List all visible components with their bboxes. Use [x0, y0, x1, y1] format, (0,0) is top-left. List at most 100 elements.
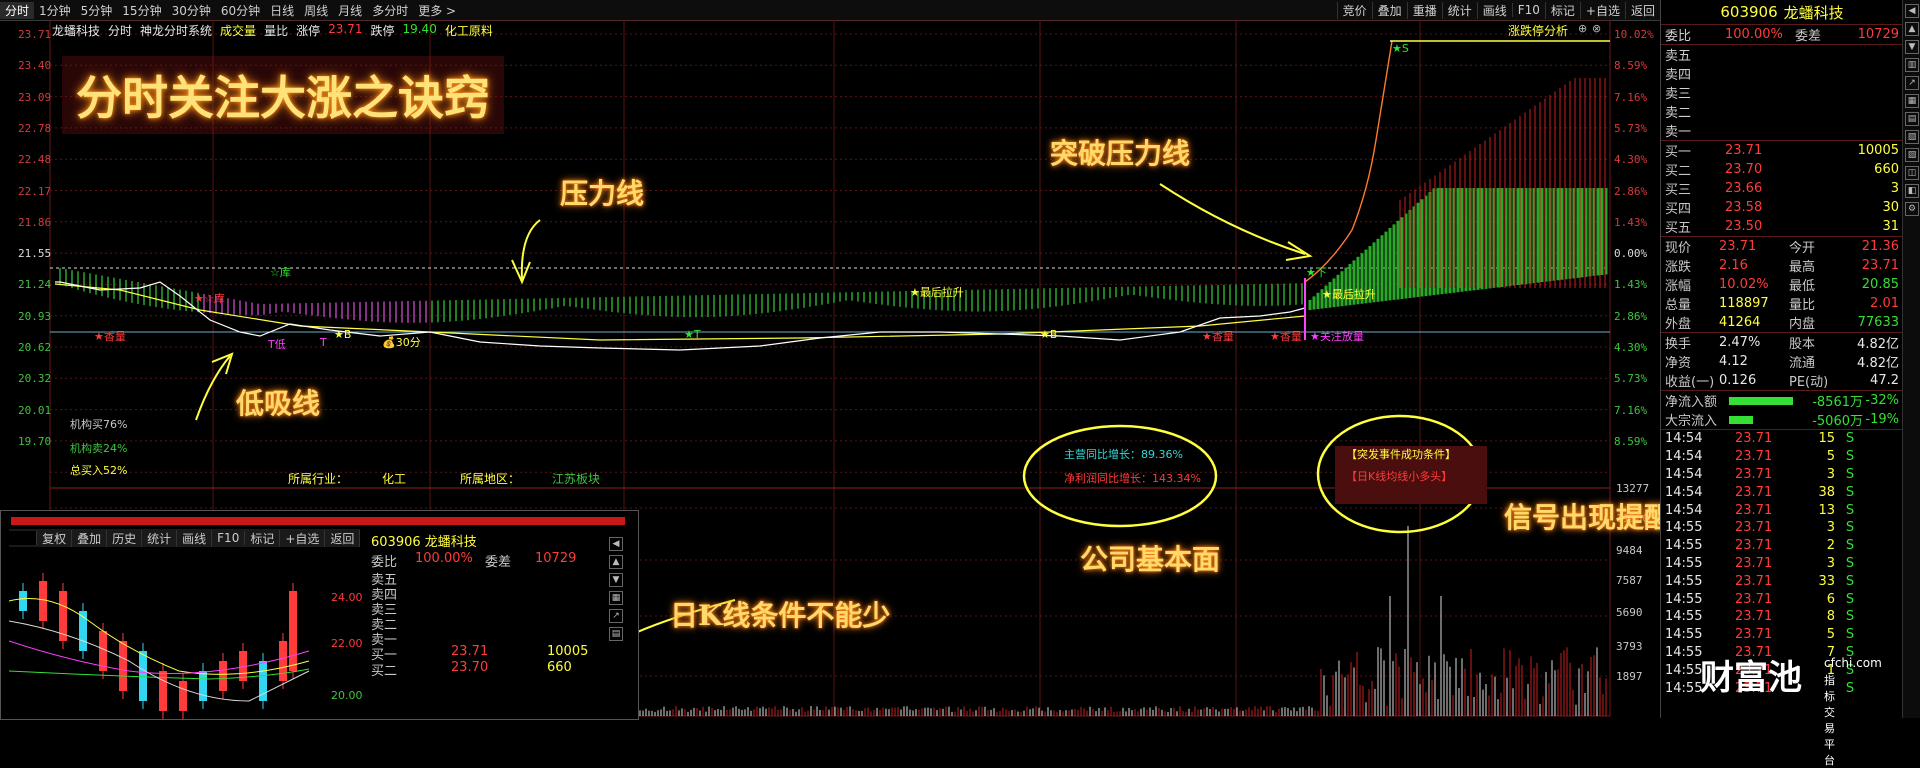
pressure-annotation: 压力线 [560, 172, 644, 212]
watermark-tag: 指标交易平台 [1824, 672, 1835, 768]
add-watchlist-button[interactable]: +自选 [1580, 2, 1625, 19]
pct-tick: 8.59% [1614, 435, 1647, 448]
list-icon[interactable]: ▤ [1905, 112, 1919, 126]
left-arrow-icon[interactable]: ◀ [1905, 4, 1919, 18]
trend-icon[interactable]: ↗ [1905, 76, 1919, 90]
stat-value2: 77633 [1829, 315, 1899, 330]
replay-button[interactable]: 重播 [1407, 2, 1442, 19]
tab-5min[interactable]: 5分钟 [76, 2, 118, 19]
flow-row: 净流入额 -8561万 -32% [1661, 391, 1903, 410]
stat-label: 外盘 [1665, 313, 1719, 332]
inset-f10[interactable]: F10 [212, 531, 245, 545]
stat-value: 23.71 [1719, 239, 1789, 254]
close-icon[interactable]: ⊗ [1592, 22, 1601, 35]
inset-stats[interactable]: 统计 [142, 530, 177, 547]
tick-volume: 3 [1795, 556, 1835, 571]
chart-info-bar: 龙蟠科技 分时 神龙分时系统 成交量 量比 涨停 23.71 跌停 19.40 … [52, 22, 493, 39]
event-condition: 【突发事件成功条件】 [1346, 446, 1456, 462]
sector-name: 化工原料 [445, 22, 493, 39]
tick-price: 23.71 [1735, 609, 1795, 624]
stats-button[interactable]: 统计 [1442, 2, 1477, 19]
stat-row: 总量 118897 量比 2.01 [1661, 294, 1903, 313]
watermark-logo: 财富池 [1700, 658, 1802, 698]
tab-daily[interactable]: 日线 [265, 2, 299, 19]
table-icon[interactable]: ▧ [1905, 130, 1919, 144]
tick-side: S [1835, 592, 1865, 607]
inset-buy2-label: 买二 [371, 660, 451, 676]
inset-restore-rights[interactable]: 复权 [37, 530, 72, 547]
limit-analysis-link[interactable]: 涨跌停分析 [1508, 22, 1568, 39]
ku-label-2: ☆库 [204, 292, 225, 305]
ku-signal: ☆库 [270, 264, 291, 280]
bars-icon[interactable]: ▨ [1905, 148, 1919, 162]
tab-1min[interactable]: 1分钟 [34, 2, 76, 19]
buy-label: 买二 [1665, 160, 1725, 179]
tick-volume: 33 [1795, 574, 1835, 589]
tab-30min[interactable]: 30分钟 [167, 2, 216, 19]
price-tick: 19.70 [18, 435, 51, 448]
stat-value2: 2.01 [1829, 296, 1899, 311]
xiangliang-signal: ★香量 [94, 328, 126, 344]
up-arrow-icon[interactable]: ▲ [1905, 22, 1919, 36]
inset-grid-icon[interactable]: ▦ [609, 591, 623, 605]
auction-button[interactable]: 竞价 [1337, 2, 1372, 19]
inset-add-watchlist[interactable]: +自选 [280, 530, 325, 547]
break-arrow [1160, 184, 1305, 254]
back-button[interactable]: 返回 [1625, 2, 1660, 19]
daily-k-inset: 复权 叠加 历史 统计 画线 F10 标记 +自选 返回 24.00 22.00… [0, 510, 639, 720]
tab-60min[interactable]: 60分钟 [216, 2, 265, 19]
compare-icon[interactable]: ◧ [1905, 184, 1919, 198]
buy-price: 23.50 [1725, 219, 1795, 234]
inset-draw[interactable]: 画线 [177, 530, 212, 547]
inset-back[interactable]: 返回 [325, 530, 360, 547]
inset-arrow-up-icon[interactable]: ▲ [609, 555, 623, 569]
plus-icon[interactable]: ⊕ [1578, 22, 1587, 35]
draw-button[interactable]: 画线 [1477, 2, 1512, 19]
tab-15min[interactable]: 15分钟 [117, 2, 166, 19]
tab-multi[interactable]: 多分时 [367, 2, 413, 19]
price-tick: 22.78 [18, 122, 51, 135]
stat-value: 2.47% [1719, 335, 1789, 350]
inset-history[interactable]: 历史 [107, 530, 142, 547]
flow-label: 净流入额 [1665, 391, 1729, 410]
settings-icon[interactable]: ⚙ [1905, 202, 1919, 216]
stats2-block: 换手 2.47% 股本 4.82亿 净资 4.12 流通 4.82亿 收益(一) 0.126 PE(… [1661, 332, 1903, 390]
tick-side: S [1835, 520, 1865, 535]
inset-overlay[interactable]: 叠加 [72, 530, 107, 547]
grid-icon[interactable]: ▦ [1905, 94, 1919, 108]
sell4-row: 卖四 [1661, 64, 1903, 83]
quote-code: 603906 [1720, 3, 1777, 21]
ku-signal-2: ★☆库 [194, 290, 225, 306]
tab-more[interactable]: 更多 > [413, 2, 461, 19]
inset-mark[interactable]: 标记 [245, 530, 280, 547]
buy-volume: 3 [1795, 181, 1899, 196]
tick-volume: 5 [1795, 627, 1835, 642]
chart-icon[interactable]: ◫ [1905, 166, 1919, 180]
buy-row: 买二 23.70 660 [1661, 160, 1903, 179]
tick-row: 14:54 23.71 38 S [1661, 483, 1903, 501]
price-tick: 20.32 [18, 372, 51, 385]
pct-tick: 5.73% [1614, 372, 1647, 385]
tab-fenshi[interactable]: 分时 [0, 2, 34, 19]
limit-up-value: 23.71 [328, 22, 362, 39]
revenue-growth: 主营同比增长：89.36% [1064, 446, 1183, 462]
inset-chart-icon[interactable]: ↗ [609, 609, 623, 623]
limit-up-label: 涨停 [296, 22, 320, 39]
stat-value2: 21.36 [1829, 239, 1899, 254]
inset-arrow-down-icon[interactable]: ▼ [609, 573, 623, 587]
buy-row: 买五 23.50 31 [1661, 217, 1903, 236]
inset-arrow-left-icon[interactable]: ◀ [609, 537, 623, 551]
down-arrow-icon[interactable]: ▼ [1905, 40, 1919, 54]
overlay-button[interactable]: 叠加 [1372, 2, 1407, 19]
tab-monthly[interactable]: 月线 [333, 2, 367, 19]
inset-table-icon[interactable]: ▤ [609, 627, 623, 641]
inset-kline-chart[interactable] [9, 551, 369, 719]
kline-icon[interactable]: ▥ [1905, 58, 1919, 72]
tab-weekly[interactable]: 周线 [299, 2, 333, 19]
side-toolbar: ◀ ▲ ▼ ▥ ↗ ▦ ▤ ▧ ▨ ◫ ◧ ⚙ [1902, 0, 1920, 718]
mark-button[interactable]: 标记 [1545, 2, 1580, 19]
inset-sell2: 卖二 [371, 614, 607, 629]
tick-row: 14:55 23.71 2 S [1661, 537, 1903, 555]
f10-button[interactable]: F10 [1512, 3, 1545, 17]
flow-value: -5060万 [1801, 410, 1863, 429]
